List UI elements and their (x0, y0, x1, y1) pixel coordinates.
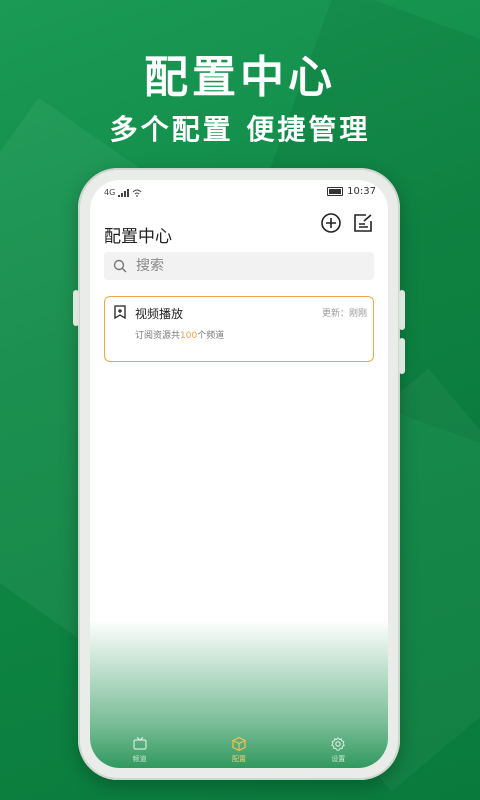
add-config-button[interactable] (320, 212, 342, 234)
add-bookmark-icon (114, 305, 126, 319)
box-icon (232, 736, 246, 752)
wifi-icon (133, 189, 142, 197)
tv-icon (133, 737, 147, 750)
update-status: 更新：刚刚 (321, 309, 367, 319)
config-description: 订阅资源共100个频道 (135, 328, 224, 341)
tab-label: 设置 (331, 755, 346, 763)
edit-button[interactable] (352, 212, 374, 234)
search-icon (113, 259, 127, 273)
page-title: 配置中心 (104, 227, 172, 247)
tab-label: 频道 (132, 755, 147, 763)
gear-icon (331, 737, 346, 751)
battery-icon (327, 187, 344, 196)
tab-config[interactable]: 配置 (189, 732, 288, 768)
signal-indicator: 4G (104, 188, 142, 197)
tab-bar: 频道 配置 设置 (90, 732, 388, 768)
desc-suffix: 个频道 (197, 331, 225, 341)
phone-side-button (399, 338, 405, 374)
phone-side-button (399, 290, 405, 330)
phone-mockup: 4G 10:37 配置中心 搜索 视频播放 更新：刚刚 订阅资源共100个频道 … (73, 168, 405, 780)
tab-channels[interactable]: 频道 (90, 732, 189, 768)
clock: 10:37 (347, 186, 376, 197)
promo-headline-block: 配置中心 多个配置 便捷管理 (0, 50, 480, 150)
promo-headline: 配置中心 (144, 52, 336, 103)
status-bar: 4G 10:37 (90, 186, 388, 202)
phone-screen: 4G 10:37 配置中心 搜索 视频播放 更新：刚刚 订阅资源共100个频道 … (90, 180, 388, 768)
network-type: 4G (104, 188, 116, 197)
signal-icon (117, 188, 129, 197)
search-bar[interactable] (104, 252, 374, 280)
promo-subheadline: 多个配置 便捷管理 (109, 113, 371, 146)
search-input[interactable] (134, 257, 358, 275)
status-right: 10:37 (327, 186, 376, 197)
tab-label: 配置 (231, 755, 246, 763)
desc-prefix: 订阅资源共 (135, 331, 181, 341)
phone-side-button (73, 290, 79, 326)
config-name: 视频播放 (135, 307, 184, 321)
channel-count: 100 (180, 331, 198, 341)
config-card[interactable]: 视频播放 更新：刚刚 订阅资源共100个频道 (104, 296, 374, 362)
tab-settings[interactable]: 设置 (289, 732, 388, 768)
